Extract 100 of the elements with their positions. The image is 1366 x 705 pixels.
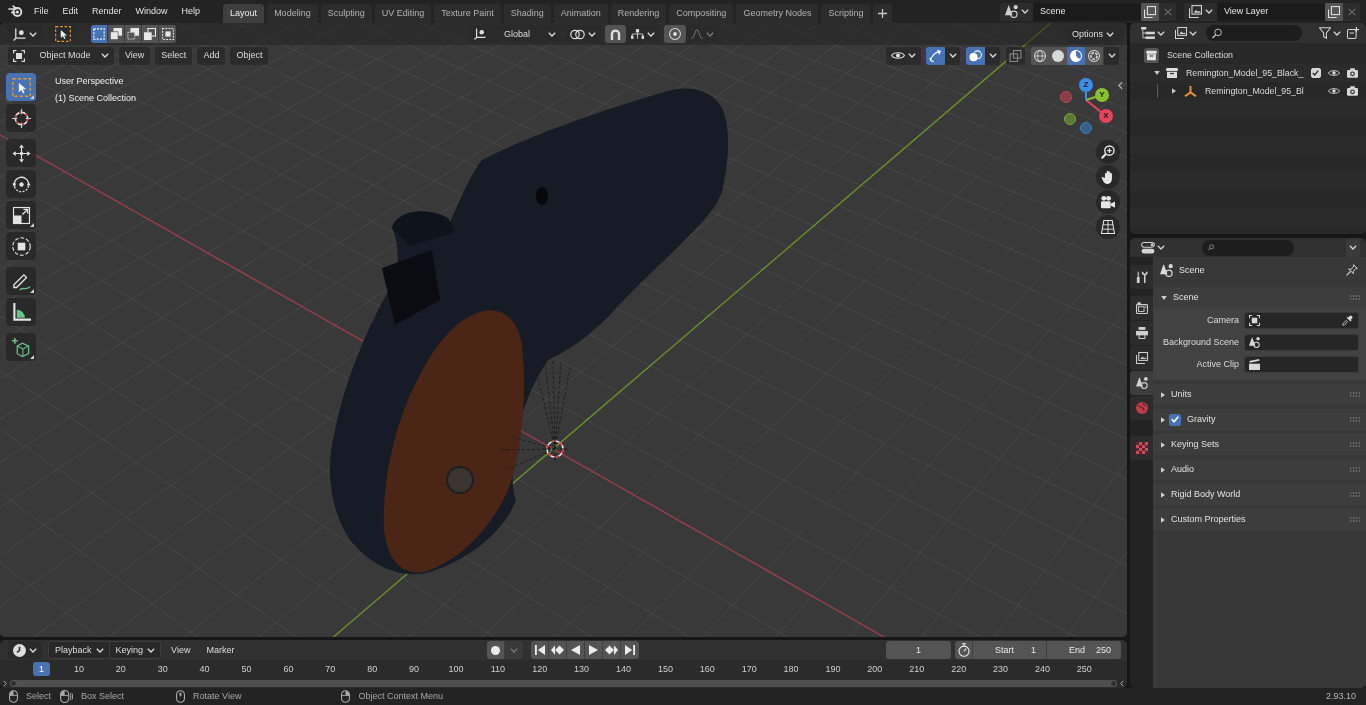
- editor-type-button[interactable]: [8, 641, 42, 659]
- cursor-tool-button[interactable]: [6, 104, 36, 132]
- chevron-left-icon[interactable]: [1118, 81, 1123, 90]
- workspace-tab[interactable]: Scripting: [821, 4, 871, 23]
- rotate-tool-button[interactable]: [6, 170, 36, 198]
- copy-button[interactable]: [1325, 2, 1343, 21]
- panel-checkbox[interactable]: [1169, 413, 1181, 426]
- grip-dots-icon[interactable]: [1350, 392, 1360, 397]
- snap-toggle[interactable]: [605, 25, 626, 43]
- panel-header[interactable]: Rigid Body World: [1153, 484, 1366, 505]
- options-dropdown[interactable]: [1346, 238, 1360, 257]
- selection-mode-button[interactable]: [91, 25, 108, 43]
- render-tab[interactable]: [1130, 296, 1153, 320]
- search-field[interactable]: [1206, 25, 1302, 41]
- playback-button[interactable]: [621, 641, 640, 659]
- view-layer-browse-button[interactable]: [1184, 2, 1217, 21]
- grip-dots-icon[interactable]: [1350, 442, 1360, 447]
- workspace-tab[interactable]: Sculpting: [320, 4, 372, 23]
- grip-dots-icon[interactable]: [1350, 417, 1360, 422]
- pin-icon[interactable]: [1346, 264, 1358, 276]
- selection-mode-button[interactable]: [125, 25, 142, 43]
- workspace-tab[interactable]: Animation: [553, 4, 608, 23]
- workspace-tab[interactable]: Geometry Nodes: [736, 4, 819, 23]
- camera-icon[interactable]: [1347, 68, 1358, 78]
- current-frame-field[interactable]: 1: [886, 641, 951, 659]
- move-tool-button[interactable]: [6, 139, 36, 167]
- grip-dots-icon[interactable]: [1350, 467, 1360, 472]
- view-layer-tab[interactable]: [1130, 346, 1153, 370]
- panel-header[interactable]: Units: [1153, 384, 1366, 405]
- scene-tab[interactable]: [1130, 371, 1153, 395]
- menu-item[interactable]: Render: [85, 2, 129, 21]
- workspace-tab[interactable]: Shading: [503, 4, 551, 23]
- eye-icon[interactable]: [1328, 69, 1340, 77]
- selection-mode-button[interactable]: [108, 25, 125, 43]
- zoom-button[interactable]: [1096, 140, 1120, 164]
- background-scene-field[interactable]: [1244, 333, 1359, 351]
- view-layer-name-field[interactable]: View Layer: [1217, 2, 1325, 21]
- grip-dots-icon[interactable]: [1350, 492, 1360, 497]
- pan-button[interactable]: [1096, 165, 1120, 189]
- selection-mode-button[interactable]: [159, 25, 176, 43]
- menu-item[interactable]: File: [27, 2, 56, 21]
- orientation-dropdown[interactable]: Global: [469, 25, 561, 43]
- grip-dots-icon[interactable]: [1350, 295, 1360, 300]
- menu-item[interactable]: Marker: [200, 641, 241, 659]
- copy-button[interactable]: [1141, 2, 1159, 21]
- triangle-right-icon[interactable]: [1172, 88, 1176, 94]
- playback-button[interactable]: [585, 641, 604, 659]
- camera-field[interactable]: [1244, 311, 1359, 329]
- camera-view-button[interactable]: [1096, 190, 1120, 214]
- workspace-tab[interactable]: UV Editing: [374, 4, 432, 23]
- scale-tool-button[interactable]: [6, 201, 36, 229]
- menu-item[interactable]: Help: [174, 2, 208, 21]
- panel-header[interactable]: Gravity: [1153, 409, 1366, 430]
- menu-item[interactable]: Window: [128, 2, 175, 21]
- tool-tab[interactable]: [1130, 265, 1153, 289]
- workspace-tab[interactable]: Texture Paint: [434, 4, 501, 23]
- chevron-left-icon[interactable]: [1120, 679, 1124, 687]
- scene-name-field[interactable]: Scene: [1033, 2, 1141, 21]
- active-clip-field[interactable]: [1244, 355, 1359, 373]
- workspace-tab[interactable]: Rendering: [610, 4, 667, 23]
- playback-button[interactable]: [549, 641, 568, 659]
- scene-browse-button[interactable]: [1000, 2, 1033, 21]
- workspace-tab[interactable]: Compositing: [669, 4, 734, 23]
- selection-mode-button[interactable]: [142, 25, 159, 43]
- grip-dots-icon[interactable]: [1350, 517, 1360, 522]
- measure-tool-button[interactable]: [6, 298, 36, 326]
- select-box-tool-button[interactable]: [6, 73, 36, 101]
- workspace-tab[interactable]: Modeling: [267, 4, 318, 23]
- menu-item[interactable]: View: [165, 641, 197, 659]
- start-frame-field[interactable]: Start 1: [973, 641, 1047, 659]
- workspace-tab[interactable]: Layout: [223, 4, 265, 23]
- output-tab[interactable]: [1130, 321, 1153, 345]
- new-collection-button[interactable]: [1344, 24, 1362, 42]
- annotate-tool-button[interactable]: [6, 267, 36, 295]
- playback-button[interactable]: [531, 641, 550, 659]
- transform-tool-button[interactable]: [6, 232, 36, 260]
- scroll-handle[interactable]: [1110, 679, 1117, 687]
- add-workspace-button[interactable]: [873, 4, 893, 23]
- panel-header[interactable]: Keying Sets: [1153, 434, 1366, 455]
- tree-item-label[interactable]: Scene Collection: [1167, 50, 1233, 60]
- tree-item-label[interactable]: Remington_Model_95_Black_: [1186, 68, 1304, 78]
- camera-icon[interactable]: [1347, 86, 1358, 96]
- playback-button[interactable]: [603, 641, 622, 659]
- menu-dropdown[interactable]: Keying: [109, 641, 162, 659]
- playback-button[interactable]: [567, 641, 586, 659]
- menu-item[interactable]: Edit: [55, 2, 86, 21]
- logo-icon[interactable]: [8, 5, 23, 18]
- eye-icon[interactable]: [1328, 87, 1340, 95]
- record-button[interactable]: [487, 641, 506, 659]
- projection-toggle-button[interactable]: [1096, 215, 1120, 239]
- tree-item-label[interactable]: Remington_Model_95_Bl: [1205, 86, 1304, 96]
- proportional-edit-toggle[interactable]: [664, 25, 686, 43]
- panel-header[interactable]: Custom Properties: [1153, 509, 1366, 530]
- end-frame-field[interactable]: End 250: [1047, 641, 1121, 659]
- scroll-handle[interactable]: [10, 679, 17, 687]
- timeline-scrollbar[interactable]: [10, 679, 1117, 687]
- chevron-right-icon[interactable]: [3, 679, 7, 687]
- menu-dropdown[interactable]: Playback: [48, 641, 110, 659]
- eyedropper-icon[interactable]: [1342, 314, 1353, 326]
- add-cube-tool-button[interactable]: [6, 333, 36, 361]
